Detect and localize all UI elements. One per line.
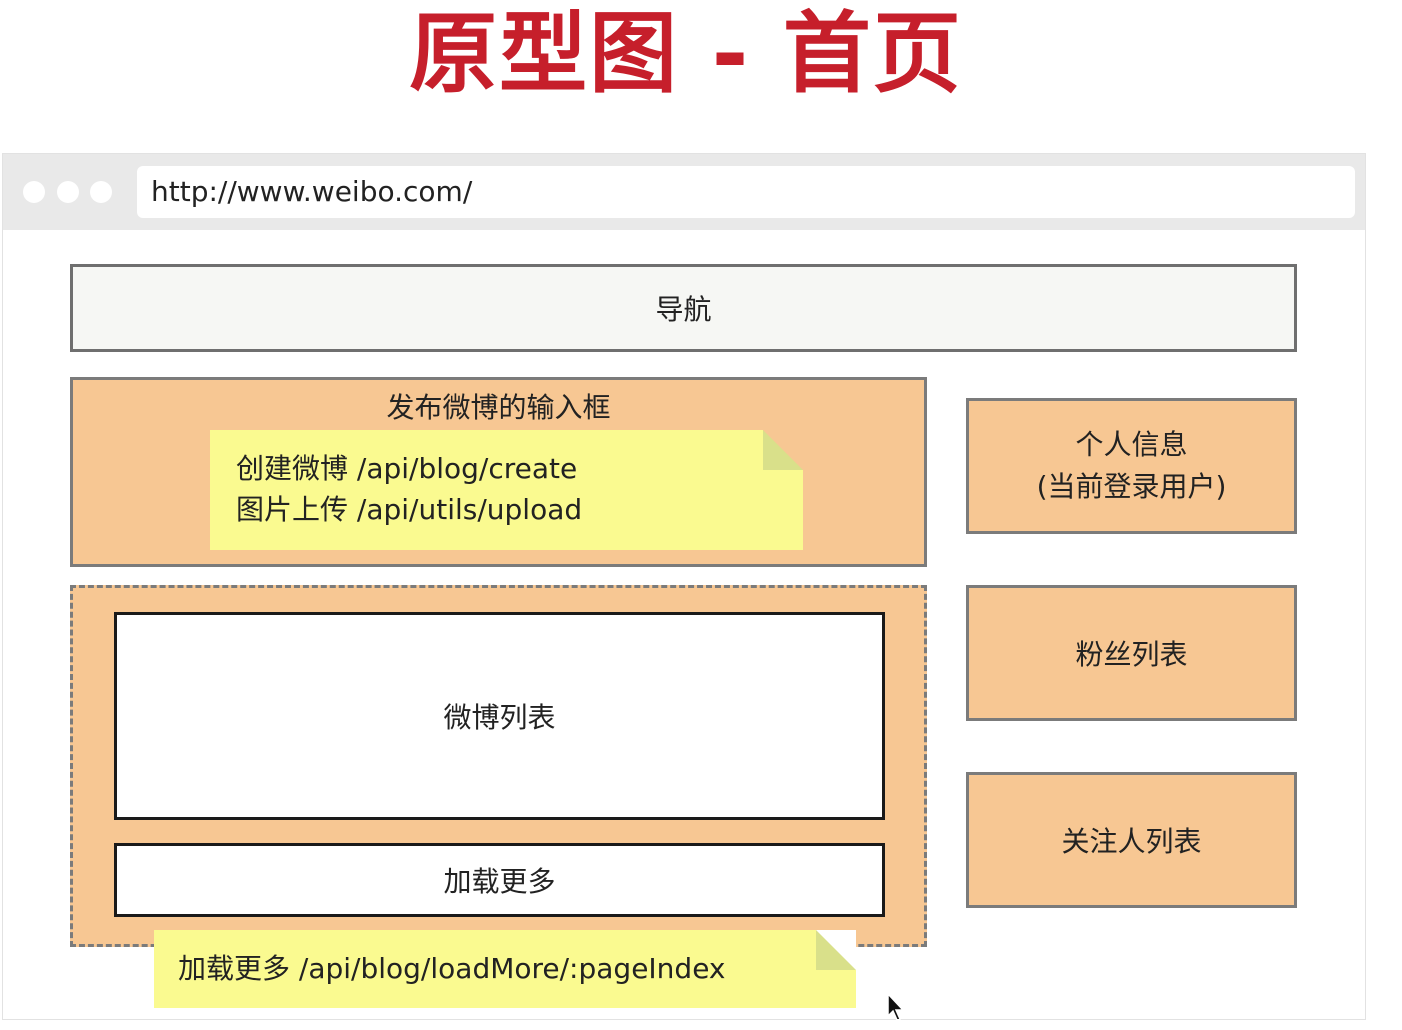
feed-list-label: 微博列表 [443,701,556,734]
load-more-api-note: 加载更多 /api/blog/loadMore/:pageIndex [154,930,856,1008]
upload-api-text: 图片上传 /api/utils/upload [236,493,583,526]
mouse-cursor-icon [887,992,905,1021]
fans-list-label: 粉丝列表 [1075,638,1188,671]
note-fold-icon [763,430,803,470]
profile-subtitle: (当前登录用户) [1036,470,1227,503]
nav-bar[interactable]: 导航 [70,264,1297,352]
address-bar[interactable]: http://www.weibo.com/ [137,166,1355,218]
fans-list[interactable]: 粉丝列表 [966,585,1297,721]
load-more-button[interactable]: 加载更多 [114,843,885,917]
page-title: 原型图 - 首页 [409,2,963,105]
load-more-api-text: 加载更多 /api/blog/loadMore/:pageIndex [178,952,726,985]
load-more-label: 加载更多 [443,865,556,898]
create-api-text: 创建微博 /api/blog/create [236,452,578,485]
profile-title: 个人信息 [1075,428,1188,461]
window-dot-icon[interactable] [57,181,79,203]
following-list-label: 关注人列表 [1061,825,1202,858]
following-list[interactable]: 关注人列表 [966,772,1297,908]
compose-api-note: 创建微博 /api/blog/create 图片上传 /api/utils/up… [210,430,803,550]
nav-label: 导航 [655,293,712,326]
feed-list[interactable]: 微博列表 [114,612,885,820]
browser-toolbar: http://www.weibo.com/ [3,154,1365,230]
note-fold-icon [816,930,856,970]
compose-label: 发布微博的输入框 [386,391,611,424]
window-dot-icon[interactable] [90,181,112,203]
profile-card[interactable]: 个人信息 (当前登录用户) [966,398,1297,534]
window-dot-icon[interactable] [23,181,45,203]
